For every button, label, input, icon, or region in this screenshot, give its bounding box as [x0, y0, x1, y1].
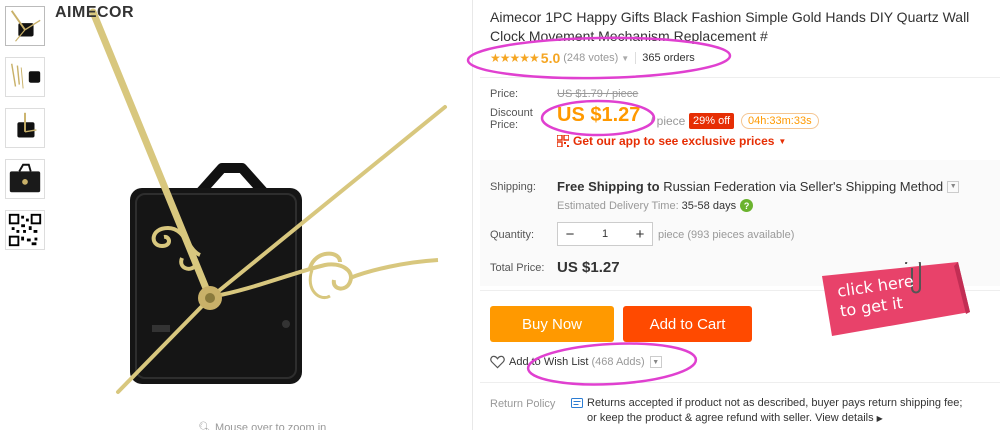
delivery-days: 35-58 days — [681, 199, 737, 212]
delivery-estimate: Estimated Delivery Time: 35-58 days ? — [557, 199, 754, 212]
per-piece-unit: / piece — [650, 114, 686, 128]
clock-image-icon — [10, 10, 41, 42]
return-policy-icon — [571, 398, 583, 408]
discount-badge: 29% off — [689, 113, 735, 129]
shipping-method[interactable]: Free Shipping to Russian Federation via … — [557, 179, 960, 194]
chevron-down-icon[interactable]: ▼ — [621, 54, 629, 63]
qr-code-image-icon — [8, 213, 42, 247]
shipping-label: Shipping: — [490, 181, 536, 193]
rating-row: ★★★★★ 5.0 (248 votes) ▼ 365 orders — [490, 49, 695, 67]
clock-parts-icon — [10, 63, 41, 89]
decrease-button[interactable]: − — [558, 223, 582, 245]
zoom-hint: 🔍︎ Mouse over to zoom in — [198, 421, 326, 430]
product-main-image[interactable] — [50, 0, 470, 430]
chevron-right-icon: ▶ — [876, 414, 883, 423]
discount-price: US $1.27 — [557, 104, 641, 126]
divider — [480, 382, 1000, 383]
return-policy-label: Return Policy — [490, 398, 556, 410]
qr-code-icon — [557, 135, 569, 147]
total-price-value: US $1.27 — [557, 259, 620, 276]
quantity-input[interactable] — [582, 223, 628, 245]
wishlist-label: Add to Wish List — [509, 356, 589, 368]
original-price: US $1.79 / piece — [557, 88, 639, 100]
return-policy-line1: Returns accepted if product not as descr… — [587, 397, 963, 409]
thumbnail-3[interactable] — [5, 108, 45, 148]
discount-label-line1: Discount — [490, 107, 533, 119]
price-label: Price: — [490, 88, 519, 100]
chevron-down-icon[interactable]: ▼ — [947, 180, 960, 193]
quantity-stepper: − + — [557, 222, 653, 246]
quantity-available: piece (993 pieces available) — [658, 229, 795, 241]
free-shipping-text: Free Shipping to — [557, 179, 660, 194]
delivery-label: Estimated Delivery Time: — [557, 199, 679, 212]
view-details-link[interactable]: View details ▶ — [815, 412, 883, 424]
total-price-label: Total Price: — [490, 262, 545, 274]
clock-front-icon — [17, 112, 37, 138]
thumbnail-5[interactable] — [5, 210, 45, 250]
app-promo-link[interactable]: Get our app to see exclusive prices ▼ — [557, 134, 786, 148]
chevron-down-icon[interactable]: ▼ — [649, 356, 662, 368]
increase-button[interactable]: + — [628, 223, 652, 245]
add-to-cart-button[interactable]: Add to Cart — [623, 306, 752, 342]
discount-price-label: Discount Price: — [490, 107, 533, 131]
rating-score: 5.0 — [540, 50, 561, 66]
thumbnail-2[interactable] — [5, 57, 45, 97]
orders-count: 365 orders — [642, 52, 695, 64]
rating-votes-link[interactable]: (248 votes) — [563, 52, 618, 64]
chevron-down-icon: ▼ — [778, 136, 787, 146]
product-title: Aimecor 1PC Happy Gifts Black Fashion Si… — [490, 9, 970, 44]
quantity-label: Quantity: — [490, 229, 535, 241]
thumbnail-strip — [5, 6, 47, 261]
brand-watermark: AIMECOR — [55, 4, 135, 21]
divider — [480, 77, 1000, 78]
buy-now-button[interactable]: Buy Now — [490, 306, 614, 342]
return-policy-line2: or keep the product & agree refund with … — [587, 412, 813, 424]
shipping-destination: Russian Federation via Seller's Shipping… — [663, 179, 944, 194]
clock-box-icon — [9, 163, 41, 193]
add-to-wishlist[interactable]: Add to Wish List (468 Adds) ▼ — [490, 355, 662, 369]
magnifier-icon: 🔍︎ — [198, 422, 212, 430]
app-promo-text: Get our app to see exclusive prices — [573, 134, 775, 148]
discount-label-line2: Price: — [490, 119, 519, 131]
return-policy-text: Returns accepted if product not as descr… — [587, 396, 987, 426]
view-details-label: View details — [815, 412, 874, 424]
column-divider — [472, 0, 473, 430]
help-icon[interactable]: ? — [740, 199, 754, 212]
wishlist-adds-count: (468 Adds) — [591, 356, 645, 368]
thumbnail-4[interactable] — [5, 159, 45, 199]
countdown-timer: 04h:33m:33s — [741, 113, 819, 129]
thumbnail-1[interactable] — [5, 6, 45, 46]
zoom-hint-text: Mouse over to zoom in — [215, 422, 327, 430]
heart-icon — [490, 355, 505, 369]
star-rating-icon: ★★★★★ — [490, 51, 540, 65]
rating-separator — [635, 52, 637, 64]
